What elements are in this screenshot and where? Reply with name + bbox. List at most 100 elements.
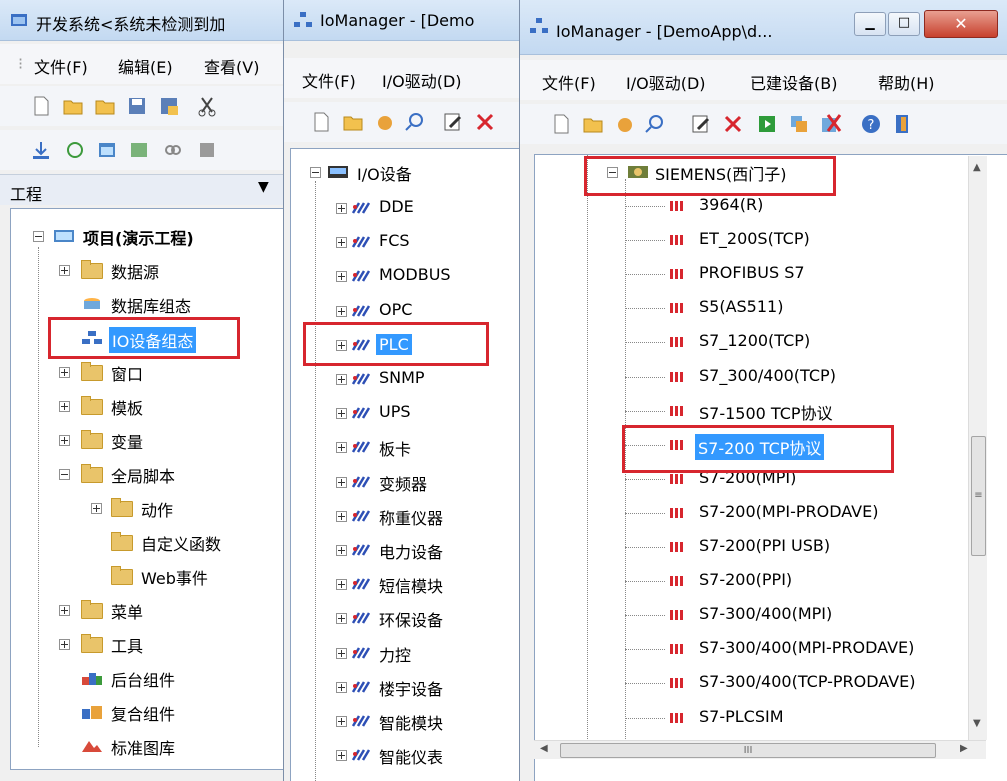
cut-icon[interactable] <box>196 95 218 117</box>
tree-item-standard-gallery[interactable]: 标准图库 <box>11 731 281 761</box>
expand-icon[interactable] <box>59 401 70 412</box>
expand-icon[interactable] <box>336 237 347 249</box>
tree-item-driver[interactable]: 楼宇设备 <box>291 672 517 702</box>
menu-help[interactable]: 帮助(H) <box>878 70 935 94</box>
expand-icon[interactable] <box>336 408 347 420</box>
tree-item-driver[interactable]: 短信模块 <box>291 569 517 599</box>
tree-item-device-driver[interactable]: S7-1500 TCP协议 <box>535 396 975 426</box>
tree-item-project[interactable]: 项目(演示工程) <box>11 221 281 251</box>
open-folder-icon[interactable] <box>62 95 84 117</box>
save-all-icon[interactable] <box>158 95 180 117</box>
download-icon[interactable] <box>30 139 52 161</box>
expand-icon[interactable] <box>336 476 347 488</box>
collapse-icon[interactable] <box>33 231 44 242</box>
delete-icon[interactable] <box>722 113 744 135</box>
tree-item-device-driver[interactable]: S7-PLCSIM <box>535 703 975 733</box>
tree-item-driver[interactable]: 电力设备 <box>291 535 517 565</box>
tree-item-template[interactable]: 模板 <box>11 391 281 421</box>
tree-item-driver[interactable]: 智能模块 <box>291 706 517 736</box>
menu-io-driver[interactable]: I/O驱动(D) <box>382 68 462 92</box>
menu-file[interactable]: 文件(F) <box>34 54 88 78</box>
scroll-down-icon[interactable]: ▼ <box>973 718 981 729</box>
tree-item-driver[interactable]: 板卡 <box>291 432 517 462</box>
title-bar[interactable]: IoManager - [DemoApp\d... ▁ □ ✕ <box>520 0 1007 55</box>
expand-icon[interactable] <box>59 639 70 650</box>
tree-item-global-script[interactable]: 全局脚本 <box>11 459 281 489</box>
expand-icon[interactable] <box>336 203 347 214</box>
new-file-icon[interactable] <box>310 111 332 133</box>
search-icon[interactable] <box>404 111 426 133</box>
tree-item-driver[interactable]: 力控 <box>291 638 517 668</box>
title-bar[interactable]: IoManager - [Demo <box>284 0 520 41</box>
expand-icon[interactable] <box>59 605 70 616</box>
tree-item-device-driver[interactable]: S7_1200(TCP) <box>535 327 975 357</box>
tree-item-tools[interactable]: 工具 <box>11 629 281 659</box>
panel-dropdown-icon[interactable]: ▼ <box>258 179 269 195</box>
expand-icon[interactable] <box>336 613 347 625</box>
horizontal-scrollbar[interactable]: ◀ III ▶ <box>534 740 986 759</box>
tree-item-device-driver[interactable]: S7-200(PPI USB) <box>535 532 975 562</box>
tree-item-action[interactable]: 动作 <box>11 493 281 523</box>
hand-icon[interactable] <box>374 111 396 133</box>
vertical-scrollbar[interactable]: ▲ ≡ ▼ <box>968 156 987 740</box>
tree-item-device-driver[interactable]: S7_300/400(TCP) <box>535 362 975 392</box>
tree-item-driver[interactable]: UPS <box>291 398 517 428</box>
collapse-icon[interactable] <box>310 167 321 178</box>
tree-item-menu[interactable]: 菜单 <box>11 595 281 625</box>
help-icon[interactable]: ? <box>860 113 882 135</box>
window-icon[interactable] <box>96 139 118 161</box>
tree-item-driver[interactable]: 智能仪表 <box>291 740 517 770</box>
tree-item-driver[interactable]: 变频器 <box>291 467 517 497</box>
edit-icon[interactable] <box>690 113 712 135</box>
expand-icon[interactable] <box>91 503 102 514</box>
folder-icon[interactable] <box>94 95 116 117</box>
tree-item-driver[interactable]: MODBUS <box>291 261 517 291</box>
tree-item-driver[interactable]: 称重仪器 <box>291 501 517 531</box>
expand-icon[interactable] <box>59 435 70 446</box>
exit-icon[interactable] <box>892 113 914 135</box>
tree-item-variable[interactable]: 变量 <box>11 425 281 455</box>
tree-item-datasource[interactable]: 数据源 <box>11 255 281 285</box>
delete-all-icon[interactable] <box>820 113 842 135</box>
tree-item-custom-function[interactable]: 自定义函数 <box>11 527 281 557</box>
project-panel-header[interactable]: 工程 ▼ <box>0 174 283 205</box>
expand-icon[interactable] <box>336 305 347 317</box>
menu-view[interactable]: 查看(V) <box>204 54 259 78</box>
scroll-left-icon[interactable]: ◀ <box>540 743 548 754</box>
expand-icon[interactable] <box>59 367 70 378</box>
minimize-button[interactable]: ▁ <box>854 12 886 36</box>
expand-icon[interactable] <box>59 265 70 276</box>
tree-item-composite-component[interactable]: 复合组件 <box>11 697 281 727</box>
tree-item-driver[interactable]: FCS <box>291 227 517 257</box>
expand-icon[interactable] <box>336 510 347 522</box>
new-file-icon[interactable] <box>30 95 52 117</box>
tree-item-driver[interactable]: DDE <box>291 193 517 223</box>
close-button[interactable]: ✕ <box>924 10 998 38</box>
delete-icon[interactable] <box>474 111 496 133</box>
open-folder-icon[interactable] <box>342 111 364 133</box>
edit-icon[interactable] <box>442 111 464 133</box>
scroll-thumb[interactable]: ≡ <box>971 436 986 556</box>
component-icon[interactable] <box>128 139 150 161</box>
tree-item-device-driver[interactable]: S7-300/400(TCP-PRODAVE) <box>535 668 975 698</box>
menu-edit[interactable]: 编辑(E) <box>118 54 173 78</box>
tree-item-device-driver[interactable]: S7-200(MPI-PRODAVE) <box>535 498 975 528</box>
tree-item-backend-component[interactable]: 后台组件 <box>11 663 281 693</box>
open-folder-icon[interactable] <box>582 113 604 135</box>
expand-icon[interactable] <box>336 647 347 659</box>
expand-icon[interactable] <box>336 750 347 762</box>
title-bar[interactable]: 开发系统<系统未检测到加 <box>0 0 283 41</box>
menu-file[interactable]: 文件(F) <box>302 68 356 92</box>
expand-icon[interactable] <box>336 442 347 454</box>
tree-item-device-driver[interactable]: ET_200S(TCP) <box>535 225 975 255</box>
copy-icon[interactable] <box>788 113 810 135</box>
scroll-right-icon[interactable]: ▶ <box>960 743 968 754</box>
tree-item-device-driver[interactable]: S7-200(PPI) <box>535 566 975 596</box>
expand-icon[interactable] <box>336 681 347 693</box>
expand-icon[interactable] <box>336 374 347 385</box>
scroll-thumb-h[interactable]: III <box>560 743 936 758</box>
menu-created-devices[interactable]: 已建设备(B) <box>750 70 837 94</box>
tree-item-device-driver[interactable]: S7-300/400(MPI-PRODAVE) <box>535 634 975 664</box>
search-icon[interactable] <box>644 113 666 135</box>
tree-item-db-config[interactable]: 数据库组态 <box>11 289 281 319</box>
